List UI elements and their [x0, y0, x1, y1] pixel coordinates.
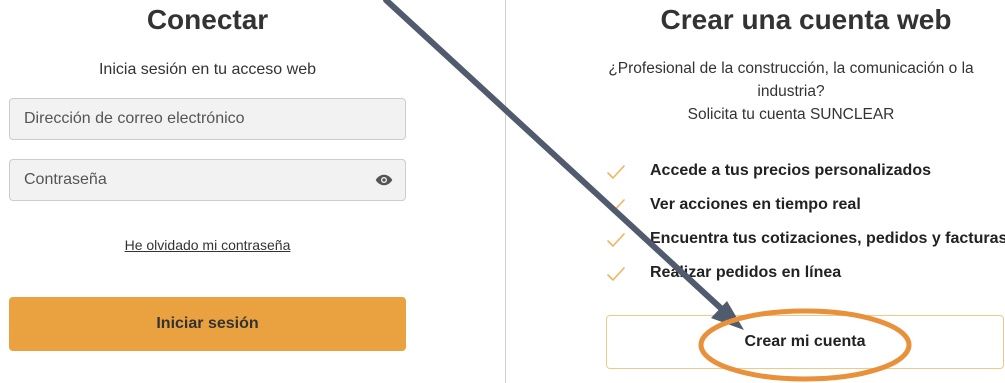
benefit-label: Accede a tus precios personalizados — [650, 162, 931, 179]
login-button[interactable]: Iniciar sesión — [9, 297, 406, 351]
signup-intro-request: Solicita tu cuenta SUNCLEAR — [687, 106, 895, 123]
login-panel: Conectar Inicia sesión en tu acceso web … — [0, 0, 500, 383]
forgot-password-link[interactable]: He olvidado mi contraseña — [9, 237, 406, 253]
eye-icon[interactable] — [375, 173, 393, 187]
signup-panel: Crear una cuenta web ¿Profesional de la … — [506, 0, 1005, 383]
benefit-item: Accede a tus precios personalizados — [606, 154, 1005, 188]
check-icon — [607, 267, 625, 281]
benefit-label: Realizar pedidos en línea — [650, 264, 842, 281]
email-field[interactable] — [10, 99, 405, 139]
create-account-button[interactable]: Crear mi cuenta — [606, 315, 1004, 369]
check-icon — [607, 199, 625, 213]
email-field-container — [9, 98, 406, 140]
password-field-container — [9, 159, 406, 201]
login-subtitle: Inicia sesión en tu acceso web — [98, 61, 316, 78]
signup-intro-question: ¿Profesional de la construcción, la comu… — [608, 60, 974, 100]
benefits-list: Accede a tus precios personalizados Ver … — [606, 154, 1005, 290]
benefit-item: Ver acciones en tiempo real — [606, 188, 1005, 222]
check-icon — [607, 233, 625, 247]
signup-title: Crear una cuenta web — [660, 4, 952, 35]
benefit-item: Encuentra tus cotizaciones, pedidos y fa… — [606, 222, 1005, 256]
benefit-label: Ver acciones en tiempo real — [650, 196, 861, 213]
check-icon — [607, 165, 625, 179]
signup-intro: ¿Profesional de la construcción, la comu… — [576, 57, 1005, 126]
benefit-item: Realizar pedidos en línea — [606, 256, 1005, 290]
login-title: Conectar — [146, 4, 269, 35]
benefit-label: Encuentra tus cotizaciones, pedidos y fa… — [650, 230, 1005, 247]
password-field[interactable] — [10, 160, 405, 200]
